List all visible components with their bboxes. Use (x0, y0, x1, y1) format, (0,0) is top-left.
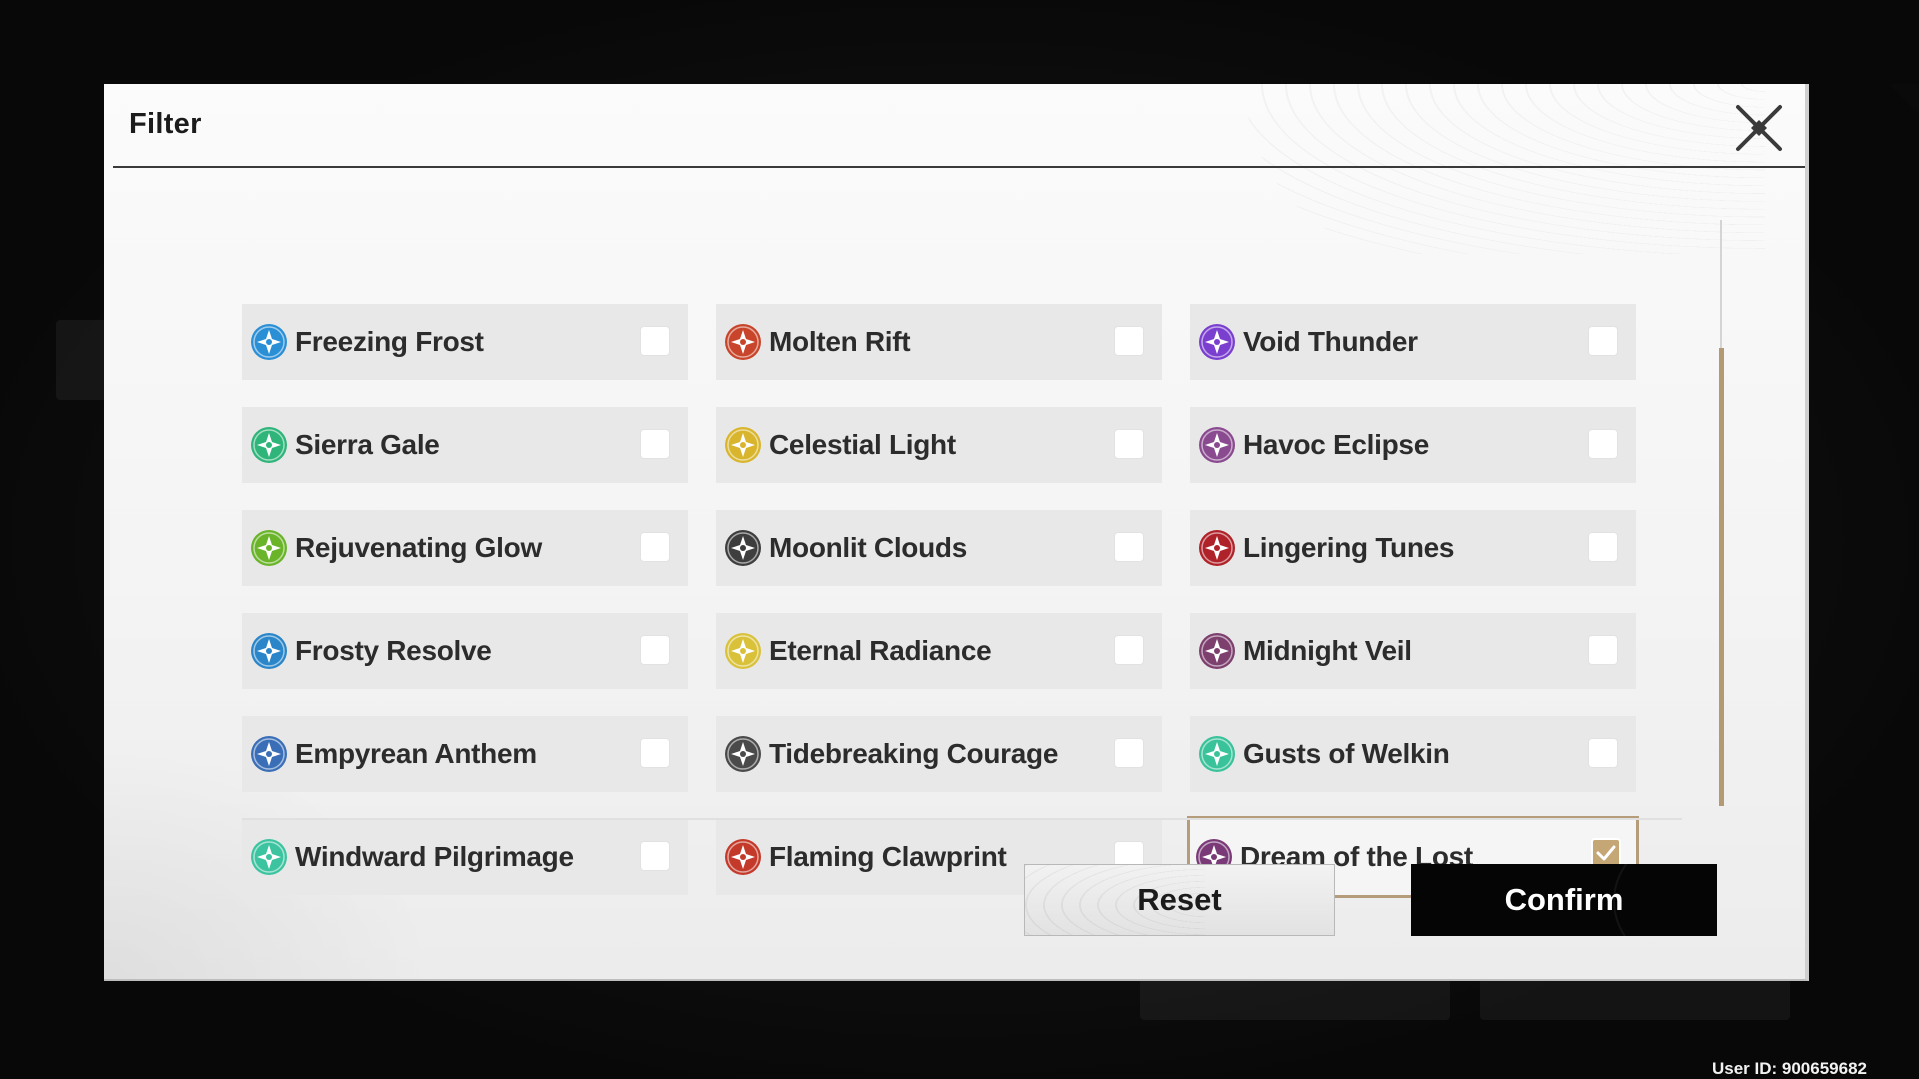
flaming-clawprint-icon (724, 838, 762, 876)
filter-option[interactable]: Void Thunder (1190, 304, 1636, 380)
midnight-veil-icon (1198, 632, 1236, 670)
rejuvenating-glow-icon (250, 529, 288, 567)
checkbox[interactable] (640, 429, 670, 459)
filter-grid: Freezing Frost Molten Rift Void Thunder Sie… (242, 220, 1742, 898)
filter-option[interactable]: Empyrean Anthem (242, 716, 688, 792)
freezing-frost-icon (250, 323, 288, 361)
close-button[interactable] (1731, 100, 1787, 156)
moonlit-clouds-icon (724, 529, 762, 567)
filter-option-label: Lingering Tunes (1243, 532, 1455, 563)
molten-rift-icon (724, 323, 762, 361)
reset-button[interactable]: Reset (1024, 864, 1335, 936)
filter-option-label: Frosty Resolve (295, 635, 492, 666)
filter-option[interactable]: Moonlit Clouds (716, 510, 1162, 586)
filter-option-label: Midnight Veil (1243, 635, 1412, 666)
filter-option-label: Empyrean Anthem (295, 738, 537, 769)
reset-button-label: Reset (1137, 882, 1222, 917)
havoc-eclipse-icon (1198, 426, 1236, 464)
checkmark-icon (1596, 845, 1616, 861)
checkbox[interactable] (1114, 429, 1144, 459)
dialog-title: Filter (129, 108, 202, 140)
checkbox[interactable] (1114, 326, 1144, 356)
filter-option[interactable]: Midnight Veil (1190, 613, 1636, 689)
gusts-of-welkin-icon (1198, 735, 1236, 773)
filter-option[interactable]: Freezing Frost (242, 304, 688, 380)
checkbox[interactable] (640, 738, 670, 768)
checkbox[interactable] (1588, 429, 1618, 459)
filter-option-label: Rejuvenating Glow (295, 532, 542, 563)
confirm-button-label: Confirm (1504, 882, 1624, 917)
filter-option[interactable]: Sierra Gale (242, 407, 688, 483)
checkbox[interactable] (640, 841, 670, 871)
filter-option-label: Havoc Eclipse (1243, 429, 1429, 460)
filter-option-label: Molten Rift (769, 326, 911, 357)
checkbox[interactable] (640, 326, 670, 356)
filter-option[interactable]: Gusts of Welkin (1190, 716, 1636, 792)
filter-option-label: Void Thunder (1243, 326, 1418, 357)
filter-option-label: Sierra Gale (295, 429, 440, 460)
checkbox[interactable] (1588, 532, 1618, 562)
title-divider (113, 166, 1805, 168)
close-icon (1736, 105, 1782, 151)
filter-option-label: Celestial Light (769, 429, 956, 460)
scrollbar-thumb[interactable] (1719, 348, 1724, 806)
checkbox[interactable] (1114, 635, 1144, 665)
filter-option[interactable]: Celestial Light (716, 407, 1162, 483)
checkbox[interactable] (1588, 326, 1618, 356)
filter-option-label: Tidebreaking Courage (769, 738, 1059, 769)
confirm-button[interactable]: Confirm (1411, 864, 1717, 936)
checkbox[interactable] (1114, 738, 1144, 768)
void-thunder-icon (1198, 323, 1236, 361)
user-id-label: User ID: 900659682 (1711, 1059, 1867, 1078)
filter-option-label: Gusts of Welkin (1243, 738, 1450, 769)
checkbox[interactable] (640, 532, 670, 562)
filter-option-label: Flaming Clawprint (769, 841, 1007, 872)
filter-option[interactable]: Windward Pilgrimage (242, 819, 688, 895)
sierra-gale-icon (250, 426, 288, 464)
filter-option[interactable]: Eternal Radiance (716, 613, 1162, 689)
checkbox[interactable] (1588, 738, 1618, 768)
filter-option[interactable]: Rejuvenating Glow (242, 510, 688, 586)
dialog-corner-notch (1889, 84, 1919, 118)
filter-option-label: Moonlit Clouds (769, 532, 967, 563)
footer-divider (242, 818, 1682, 820)
checkbox[interactable] (1588, 635, 1618, 665)
frosty-resolve-icon (250, 632, 288, 670)
filter-option[interactable]: Molten Rift (716, 304, 1162, 380)
celestial-light-icon (724, 426, 762, 464)
filter-option-label: Windward Pilgrimage (295, 841, 574, 872)
eternal-radiance-icon (724, 632, 762, 670)
filter-option-label: Freezing Frost (295, 326, 484, 357)
lingering-tunes-icon (1198, 529, 1236, 567)
windward-pilgrimage-icon (250, 838, 288, 876)
filter-option[interactable]: Havoc Eclipse (1190, 407, 1636, 483)
tidebreaking-courage-icon (724, 735, 762, 773)
checkbox[interactable] (1114, 532, 1144, 562)
empyrean-anthem-icon (250, 735, 288, 773)
filter-option[interactable]: Lingering Tunes (1190, 510, 1636, 586)
filter-option-label: Eternal Radiance (769, 635, 992, 666)
filter-option[interactable]: Tidebreaking Courage (716, 716, 1162, 792)
filter-dialog: Filter Freezing Frost Molten Rift Void Thu… (104, 84, 1809, 981)
checkbox[interactable] (640, 635, 670, 665)
filter-option[interactable]: Frosty Resolve (242, 613, 688, 689)
